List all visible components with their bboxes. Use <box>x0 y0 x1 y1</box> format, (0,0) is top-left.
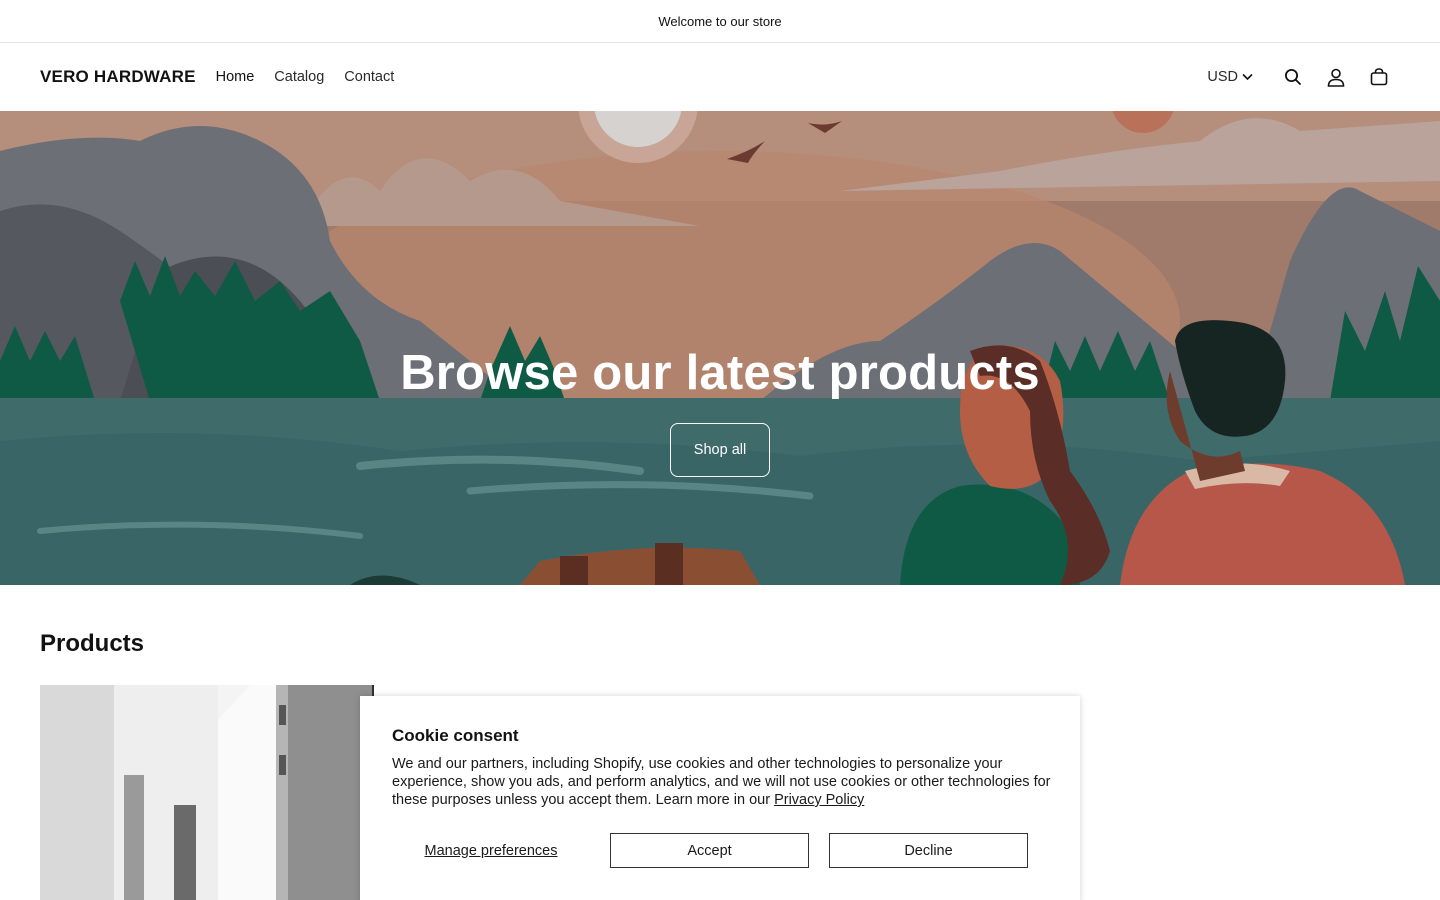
cookie-text: We and our partners, including Shopify, … <box>392 755 1052 809</box>
decline-button[interactable]: Decline <box>829 833 1028 868</box>
currency-selector[interactable]: USD <box>1207 69 1253 85</box>
cookie-title: Cookie consent <box>392 726 519 745</box>
manage-preferences-button[interactable]: Manage preferences <box>392 833 590 868</box>
privacy-policy-link[interactable]: Privacy Policy <box>774 792 864 808</box>
currency-label: USD <box>1207 69 1238 85</box>
hero-banner: Browse our latest products Shop all <box>0 111 1440 585</box>
cookie-actions: Manage preferences Accept Decline <box>392 833 1028 868</box>
account-icon <box>1327 68 1344 87</box>
product-image <box>40 685 374 900</box>
cart-icon <box>1370 68 1387 86</box>
products-heading: Products <box>40 630 145 657</box>
announcement-bar: Welcome to our store <box>0 0 1440 43</box>
nav-contact[interactable]: Contact <box>334 69 404 85</box>
announcement-text: Welcome to our store <box>658 13 782 29</box>
header-actions: USD <box>1207 56 1400 99</box>
nav-home[interactable]: Home <box>206 69 265 85</box>
cookie-consent-banner: Cookie consent We and our partners, incl… <box>360 696 1080 900</box>
hero-title: Browse our latest products <box>400 346 1040 400</box>
product-card[interactable] <box>40 685 374 900</box>
site-header: VERO HARDWARE Home Catalog Contact USD <box>0 43 1440 111</box>
cart-button[interactable] <box>1357 56 1400 99</box>
accept-button[interactable]: Accept <box>610 833 809 868</box>
search-button[interactable] <box>1271 56 1314 99</box>
hero-content: Browse our latest products Shop all <box>0 111 1440 585</box>
account-button[interactable] <box>1314 56 1357 99</box>
search-icon <box>1284 69 1301 85</box>
cookie-body: We and our partners, including Shopify, … <box>392 756 1051 808</box>
nav-catalog[interactable]: Catalog <box>264 69 334 85</box>
chevron-down-icon <box>1242 73 1253 81</box>
shop-all-button[interactable]: Shop all <box>670 423 770 477</box>
store-logo[interactable]: VERO HARDWARE <box>40 67 196 87</box>
main-nav: Home Catalog Contact <box>206 69 405 85</box>
